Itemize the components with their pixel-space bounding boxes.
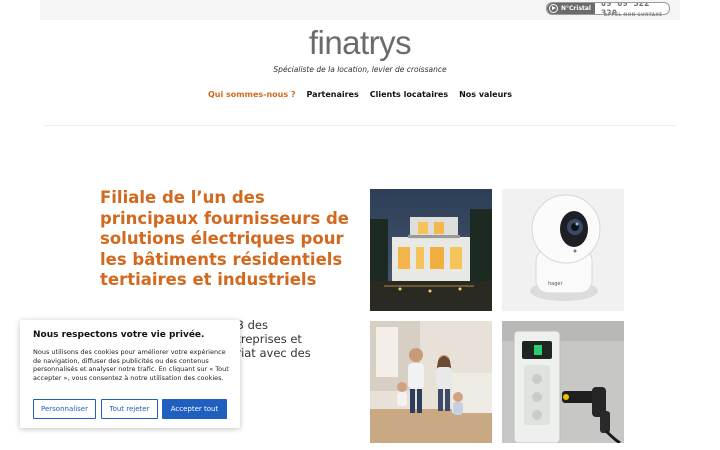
cookie-title: Nous respectons votre vie privée. — [33, 330, 205, 340]
cookie-banner: Nous respectons votre vie privée. Nous u… — [20, 320, 240, 428]
family-image — [370, 321, 492, 443]
cristal-label: N°Cristal — [561, 5, 591, 12]
site-tagline: Spécialiste de la location, levier de cr… — [273, 65, 447, 74]
nav-item-clients-locataires[interactable]: Clients locataires — [370, 90, 448, 99]
main-nav: Qui sommes-nous ? Partenaires Clients lo… — [0, 90, 720, 99]
nav-item-nos-valeurs[interactable]: Nos valeurs — [459, 90, 512, 99]
hager-label: hager — [548, 281, 563, 287]
nav-item-partenaires[interactable]: Partenaires — [307, 90, 359, 99]
customize-button[interactable]: Personnaliser — [33, 399, 96, 419]
accept-all-button[interactable]: Accepter tout — [162, 399, 227, 419]
cristal-label-box: N°Cristal — [547, 3, 595, 14]
camera-image: hager — [502, 189, 624, 311]
cookie-text: Nous utilisons des cookies pour améliore… — [33, 348, 229, 382]
play-icon — [549, 4, 558, 13]
page-headline: Filiale de l’un des principaux fournisse… — [100, 188, 349, 289]
site-logo[interactable]: finatrys — [0, 24, 720, 62]
nav-item-qui-sommes-nous[interactable]: Qui sommes-nous ? — [208, 90, 296, 99]
reject-all-button[interactable]: Tout rejeter — [101, 399, 158, 419]
phone-subnote: APPEL NON SURTAXÉ — [604, 13, 663, 18]
ev-charger-image — [502, 321, 624, 443]
header-divider — [44, 125, 676, 126]
house-image — [370, 189, 492, 311]
